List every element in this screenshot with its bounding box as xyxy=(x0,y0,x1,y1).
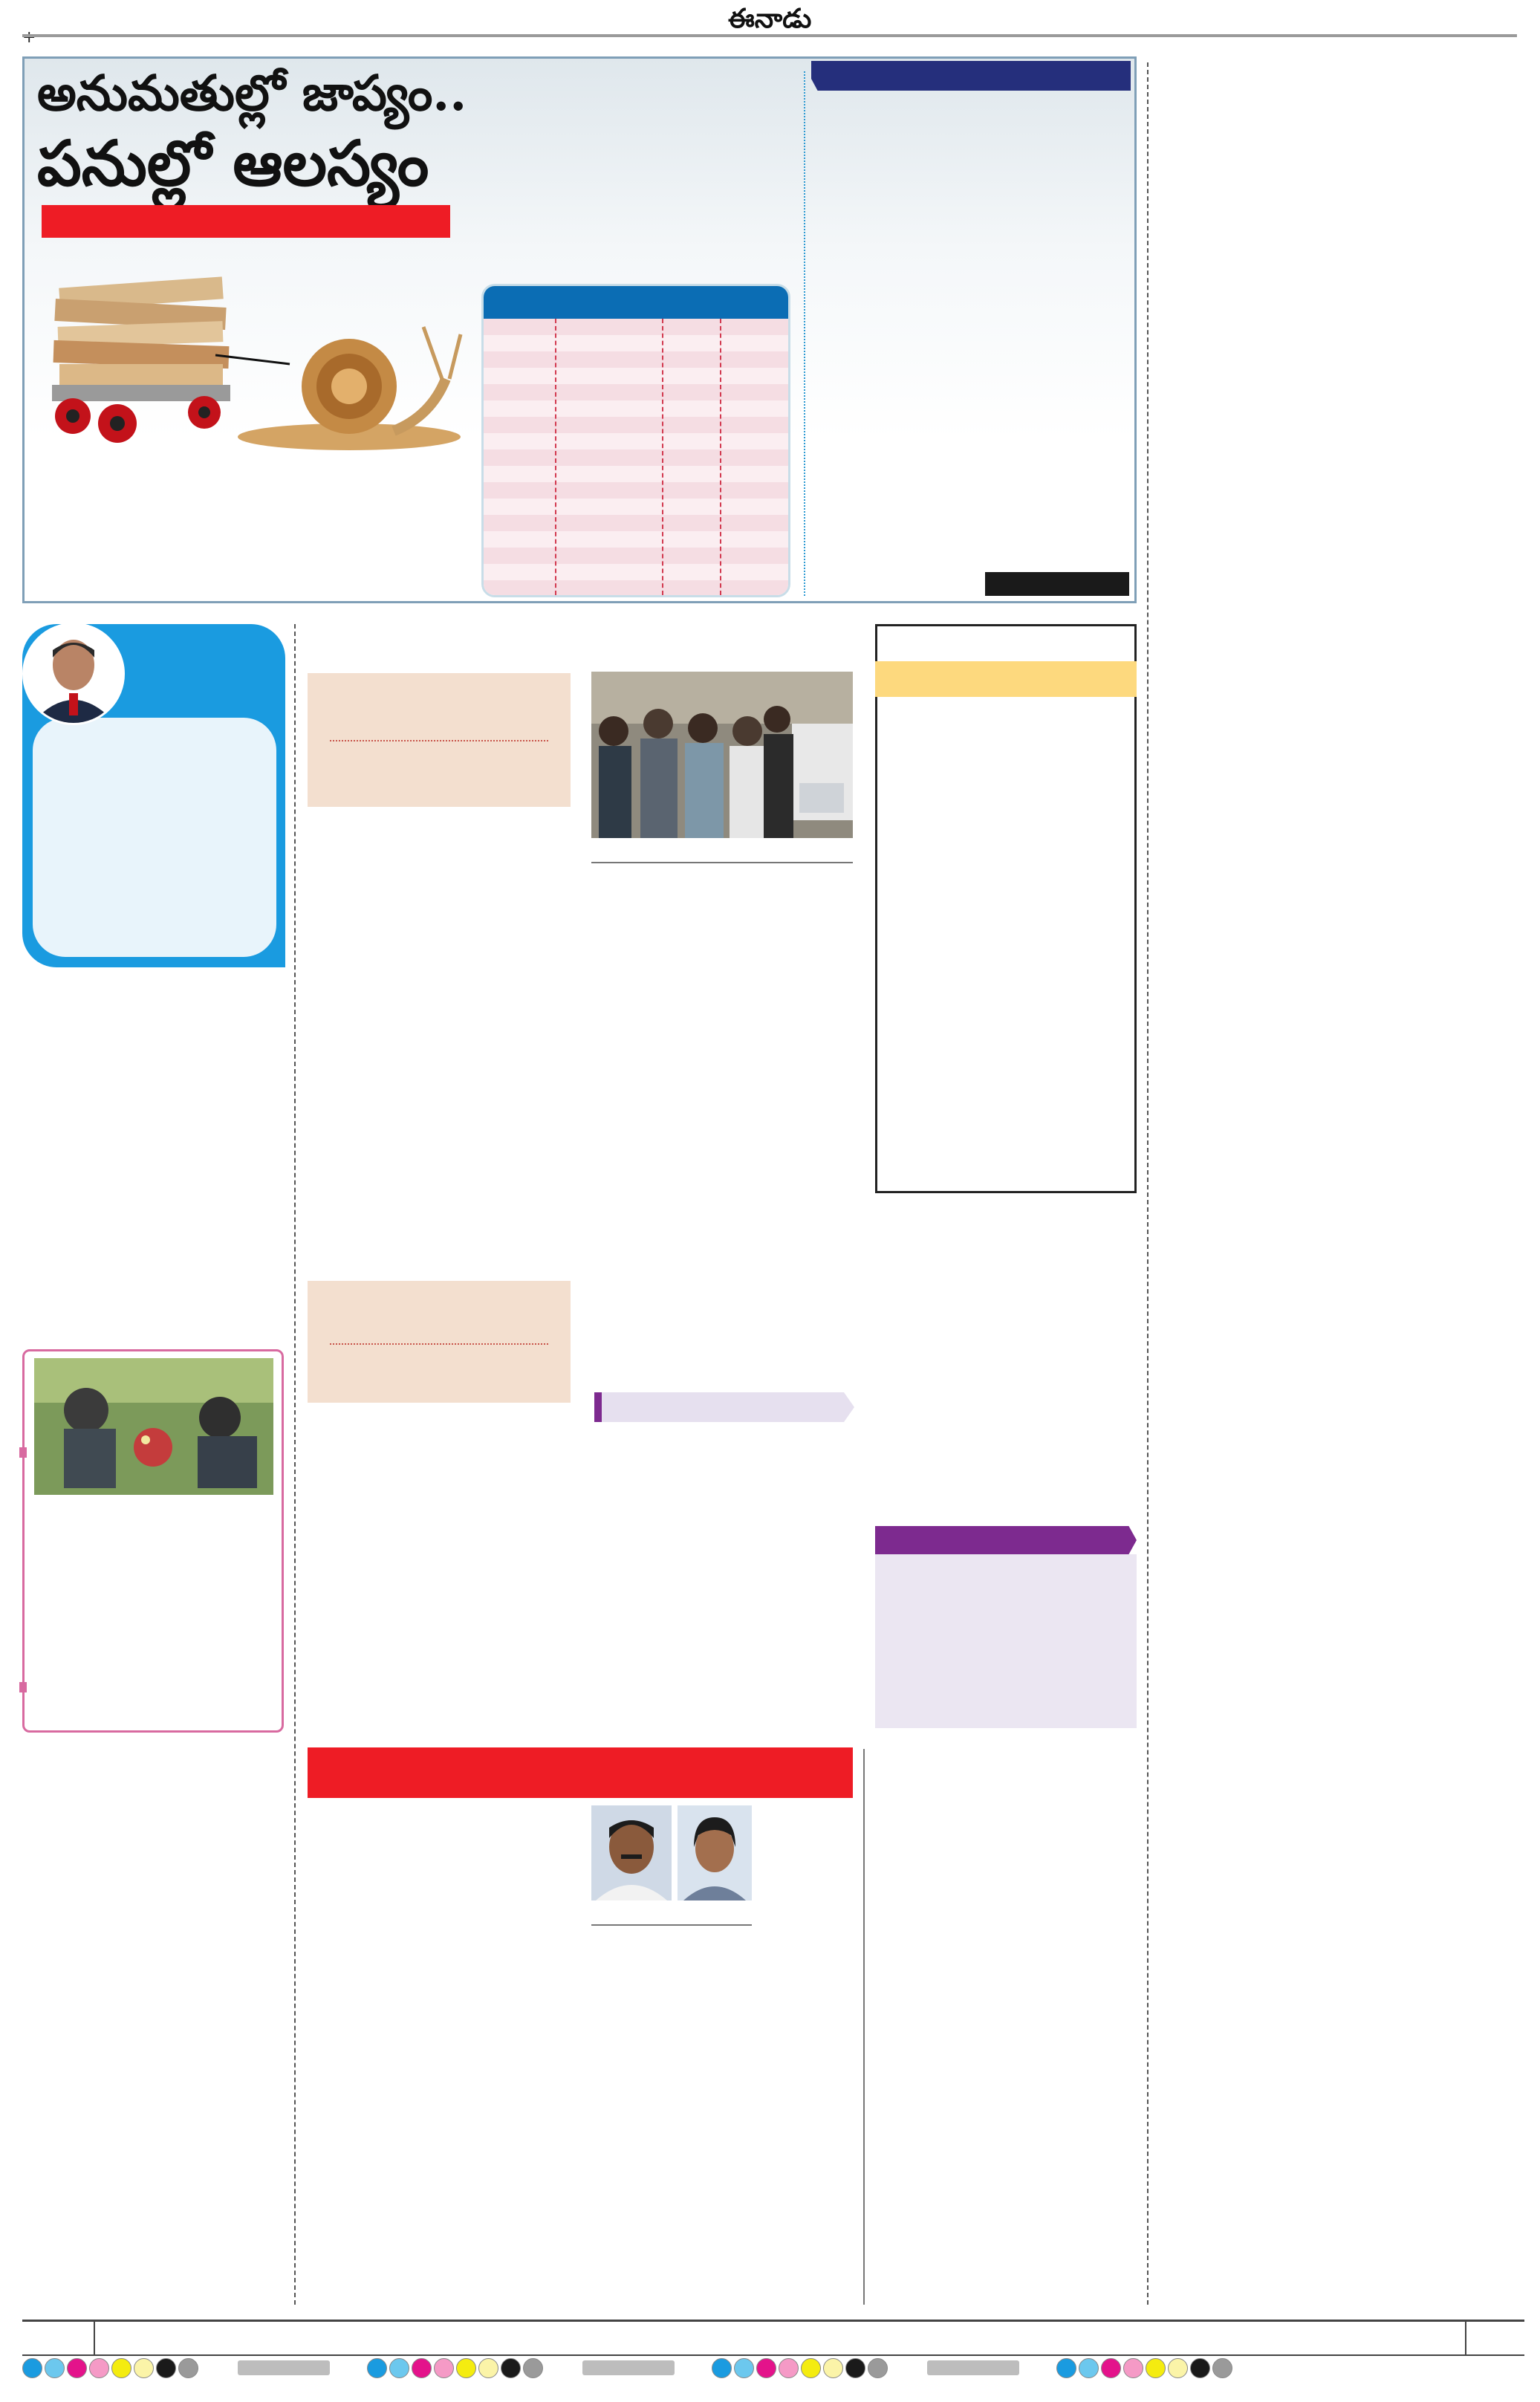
hero-headline-line2: పనుల్లో ఆలస్యం xyxy=(37,126,429,200)
hero-table-body xyxy=(484,319,788,595)
top-rule xyxy=(22,34,1517,37)
table-column-divider xyxy=(720,319,721,595)
sidebar-section-body xyxy=(875,1554,1137,1728)
dotted-divider xyxy=(330,740,548,741)
registration-gray-tab xyxy=(582,2360,675,2375)
registration-dot xyxy=(1168,2357,1188,2378)
pull-quote-box xyxy=(308,673,571,807)
registration-dot xyxy=(734,2357,754,2378)
registration-dot xyxy=(1123,2357,1143,2378)
table-column-divider xyxy=(662,319,663,595)
column-rule-1 xyxy=(294,624,296,2305)
registration-dot xyxy=(523,2357,543,2378)
registration-dot xyxy=(412,2357,432,2378)
registration-dot xyxy=(868,2357,888,2378)
registration-dot xyxy=(89,2357,109,2378)
footer-divider xyxy=(1465,2322,1466,2354)
mugshot-woman xyxy=(678,1805,752,1900)
registration-dot xyxy=(156,2357,176,2378)
registration-dot xyxy=(456,2357,476,2378)
pink-marker xyxy=(19,1447,27,1458)
registration-dot xyxy=(111,2357,131,2378)
registration-dot xyxy=(45,2357,65,2378)
mugshot-man xyxy=(591,1805,672,1900)
registration-dot xyxy=(712,2357,732,2378)
profile-text-panel xyxy=(33,718,276,957)
registration-dot xyxy=(434,2357,454,2378)
registration-dot xyxy=(823,2357,843,2378)
section-tab-marker xyxy=(594,1392,602,1422)
hero-sidebar-header xyxy=(811,61,1131,91)
hero-data-table xyxy=(481,284,790,597)
registration-dot xyxy=(67,2357,87,2378)
registration-gray-tab xyxy=(238,2360,330,2375)
caption-rule xyxy=(591,1924,752,1926)
person-portrait-icon xyxy=(25,625,123,723)
caption-rule xyxy=(591,862,853,863)
info-box xyxy=(875,624,1137,1193)
hero-subhead-bar xyxy=(42,205,450,238)
registration-dot xyxy=(1056,2357,1076,2378)
hero-credit-bar xyxy=(985,572,1129,596)
registration-dot xyxy=(1190,2357,1210,2378)
column-rule-right xyxy=(1147,62,1148,2305)
registration-dot xyxy=(501,2357,521,2378)
table-column-divider xyxy=(555,319,556,595)
files-cart-snail-illustration xyxy=(52,276,463,450)
registration-dot xyxy=(478,2357,498,2378)
registration-dot xyxy=(1146,2357,1166,2378)
hero-headline-line1: అనుమతుల్లో జాప్యం.. xyxy=(37,64,467,122)
hero-table-header xyxy=(484,286,788,319)
registration-dot xyxy=(134,2357,154,2378)
file-stack-icon xyxy=(52,276,230,443)
registration-dot xyxy=(389,2357,409,2378)
footer-divider xyxy=(94,2322,95,2354)
registration-dot xyxy=(1212,2357,1232,2378)
section-tab xyxy=(594,1392,854,1422)
registration-dot xyxy=(845,2357,865,2378)
pull-quote-box xyxy=(308,1281,571,1403)
page-footer xyxy=(22,2320,1524,2356)
registration-color-strip xyxy=(22,2357,1235,2379)
registration-dot xyxy=(22,2357,42,2378)
registration-dot xyxy=(801,2357,821,2378)
registration-dot xyxy=(779,2357,799,2378)
registration-gray-tab xyxy=(927,2360,1019,2375)
hero-divider xyxy=(804,71,805,596)
avatar xyxy=(22,623,125,725)
sidebar-section-header xyxy=(875,1526,1137,1554)
pink-marker xyxy=(19,1682,27,1692)
registration-dot xyxy=(1079,2357,1099,2378)
registration-dot xyxy=(1101,2357,1121,2378)
story-banner xyxy=(308,1747,853,1798)
snail-icon xyxy=(238,326,463,450)
news-photo-wreath xyxy=(34,1358,273,1495)
registration-dot xyxy=(178,2357,198,2378)
dotted-divider xyxy=(330,1343,548,1345)
registration-dot xyxy=(756,2357,776,2378)
registration-crosshair-icon: + xyxy=(22,28,36,47)
column-rule-2 xyxy=(863,1749,865,2305)
info-box-header xyxy=(875,661,1137,697)
registration-dot xyxy=(367,2357,387,2378)
news-photo-crowd xyxy=(591,672,853,838)
